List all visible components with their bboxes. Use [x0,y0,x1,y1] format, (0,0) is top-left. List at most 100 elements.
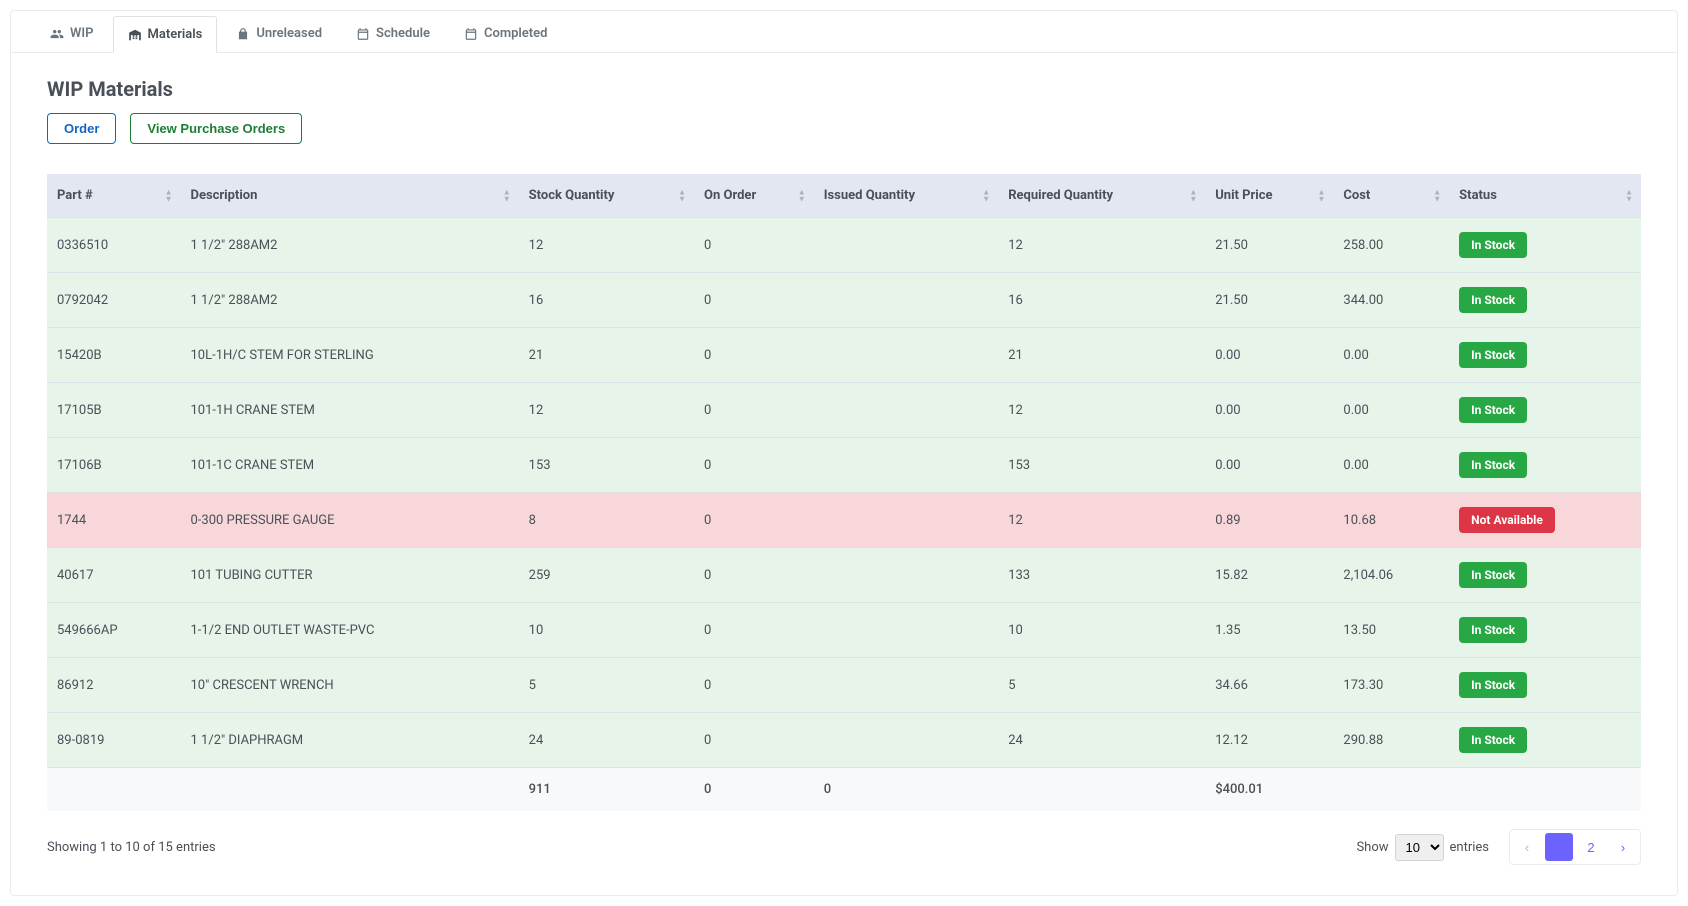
column-header[interactable]: Description▲▼ [181,174,519,218]
totals-cell [1449,768,1641,812]
status-cell: In Stock [1449,328,1641,383]
cell: 12 [519,218,694,273]
cell: 21 [998,328,1205,383]
table-footer-row: 91100$400.01 [47,768,1641,812]
column-header[interactable]: Status▲▼ [1449,174,1641,218]
totals-cell [181,768,519,812]
table-row[interactable]: 03365101 1/2" 288AM21201221.50258.00In S… [47,218,1641,273]
table-row[interactable]: 8691210" CRESCENT WRENCH50534.66173.30In… [47,658,1641,713]
cell: 5 [998,658,1205,713]
calendar-icon [464,27,478,41]
status-cell: In Stock [1449,218,1641,273]
sort-icon: ▲▼ [798,189,806,202]
column-label: Cost [1343,188,1370,203]
tab-completed[interactable]: Completed [449,15,563,52]
page-1[interactable]: 1 [1545,833,1573,861]
page-2[interactable]: 2 [1577,833,1605,861]
status-badge: In Stock [1459,672,1527,698]
tab-materials[interactable]: Materials [113,16,218,53]
column-label: Stock Quantity [529,188,615,203]
column-header[interactable]: Stock Quantity▲▼ [519,174,694,218]
totals-cell: $400.01 [1205,768,1333,812]
column-header[interactable]: Required Quantity▲▼ [998,174,1205,218]
cell: 10.68 [1333,493,1449,548]
cell: 0.89 [1205,493,1333,548]
content-area: WIP Materials Order View Purchase Orders… [11,53,1677,895]
cell: 17105B [47,383,181,438]
cell: 8 [519,493,694,548]
column-header[interactable]: Part #▲▼ [47,174,181,218]
tab-unreleased[interactable]: Unreleased [221,15,337,52]
order-button[interactable]: Order [47,113,116,144]
cell: 86912 [47,658,181,713]
cell: 0 [694,603,814,658]
table-row[interactable]: 549666AP1-1/2 END OUTLET WASTE-PVC100101… [47,603,1641,658]
tab-label: Schedule [376,26,430,41]
status-badge: In Stock [1459,342,1527,368]
cell: 101 TUBING CUTTER [181,548,519,603]
cell: 5 [519,658,694,713]
warehouse-icon [128,28,142,42]
tab-schedule[interactable]: Schedule [341,15,445,52]
status-cell: In Stock [1449,548,1641,603]
column-header[interactable]: Issued Quantity▲▼ [814,174,998,218]
tab-label: Unreleased [256,26,322,41]
page-prev[interactable]: ‹ [1513,833,1541,861]
cell: 0.00 [1333,383,1449,438]
status-badge: In Stock [1459,232,1527,258]
cell: 21.50 [1205,218,1333,273]
column-header[interactable]: Unit Price▲▼ [1205,174,1333,218]
status-badge: Not Available [1459,507,1555,533]
cell: 0.00 [1205,328,1333,383]
cell: 1 1/2" 288AM2 [181,218,519,273]
cell: 12 [519,383,694,438]
table-row[interactable]: 07920421 1/2" 288AM21601621.50344.00In S… [47,273,1641,328]
cell: 89-0819 [47,713,181,768]
status-cell: In Stock [1449,273,1641,328]
cell [814,713,998,768]
cell: 0 [694,713,814,768]
cell: 15420B [47,328,181,383]
totals-cell: 0 [694,768,814,812]
cell: 13.50 [1333,603,1449,658]
cell: 12 [998,218,1205,273]
table-row[interactable]: 89-08191 1/2" DIAPHRAGM2402412.12290.88I… [47,713,1641,768]
action-buttons: Order View Purchase Orders [47,113,1641,144]
column-header[interactable]: On Order▲▼ [694,174,814,218]
status-cell: In Stock [1449,438,1641,493]
lock-icon [236,27,250,41]
cell: 1 1/2" 288AM2 [181,273,519,328]
cell: 12 [998,383,1205,438]
cell [814,383,998,438]
page-size-select[interactable]: 10 [1395,834,1444,861]
table-footer-bar: Showing 1 to 10 of 15 entries Show 10 en… [47,829,1641,865]
cell: 0.00 [1333,438,1449,493]
table-row[interactable]: 15420B10L-1H/C STEM FOR STERLING210210.0… [47,328,1641,383]
cell [814,328,998,383]
cell [814,548,998,603]
table-row[interactable]: 17105B101-1H CRANE STEM120120.000.00In S… [47,383,1641,438]
tab-wip[interactable]: WIP [35,15,109,52]
status-cell: In Stock [1449,658,1641,713]
column-label: Status [1459,188,1497,203]
table-row[interactable]: 40617101 TUBING CUTTER259013315.822,104.… [47,548,1641,603]
view-purchase-orders-button[interactable]: View Purchase Orders [130,113,302,144]
cell: 0336510 [47,218,181,273]
page-next[interactable]: › [1609,833,1637,861]
cell: 1744 [47,493,181,548]
cell [814,493,998,548]
cell: 21.50 [1205,273,1333,328]
status-badge: In Stock [1459,287,1527,313]
column-header[interactable]: Cost▲▼ [1333,174,1449,218]
table-row[interactable]: 17440-300 PRESSURE GAUGE80120.8910.68Not… [47,493,1641,548]
column-label: Part # [57,188,93,203]
cell: 34.66 [1205,658,1333,713]
status-cell: In Stock [1449,383,1641,438]
table-body: 03365101 1/2" 288AM21201221.50258.00In S… [47,218,1641,768]
cell: 0.00 [1333,328,1449,383]
table-row[interactable]: 17106B101-1C CRANE STEM15301530.000.00In… [47,438,1641,493]
cell: 0 [694,548,814,603]
cell: 0 [694,383,814,438]
cell: 1-1/2 END OUTLET WASTE-PVC [181,603,519,658]
status-badge: In Stock [1459,617,1527,643]
